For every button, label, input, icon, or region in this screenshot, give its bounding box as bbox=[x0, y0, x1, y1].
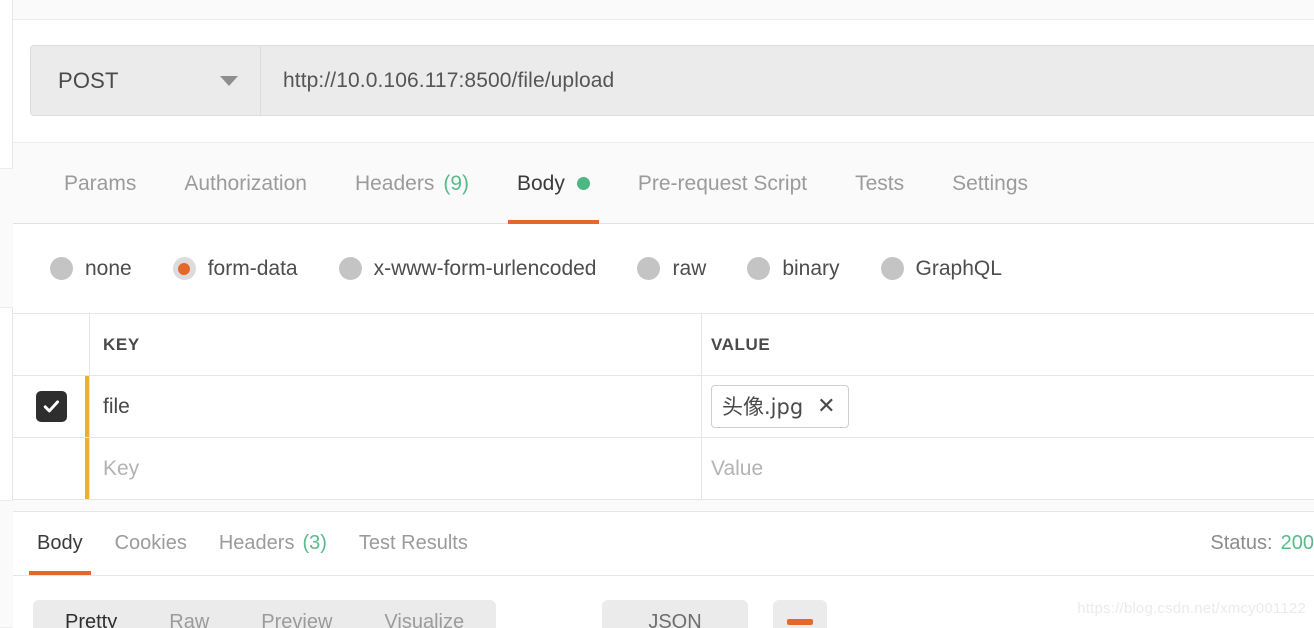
body-type-raw[interactable]: raw bbox=[637, 257, 706, 281]
radio-icon bbox=[637, 257, 661, 280]
table-row-empty: Key Value bbox=[13, 438, 1314, 500]
view-mode-pretty[interactable]: Pretty bbox=[39, 600, 143, 628]
close-icon[interactable]: ✕ bbox=[817, 395, 835, 417]
response-tab-headers-count: (3) bbox=[302, 532, 327, 554]
view-mode-raw[interactable]: Raw bbox=[143, 600, 235, 628]
response-status-label: Status: bbox=[1210, 532, 1273, 554]
response-status: Status: 200 bbox=[1210, 512, 1314, 575]
response-status-code: 200 bbox=[1280, 532, 1314, 554]
tab-settings[interactable]: Settings bbox=[928, 143, 1052, 224]
row-key-value: file bbox=[103, 394, 130, 418]
response-tab-cookies[interactable]: Cookies bbox=[99, 512, 203, 575]
body-type-radio-group: none form-data x-www-form-urlencoded raw… bbox=[13, 224, 1314, 314]
body-type-binary[interactable]: binary bbox=[747, 256, 840, 281]
response-tab-body[interactable]: Body bbox=[21, 512, 99, 575]
table-header-row: KEY VALUE bbox=[13, 314, 1314, 376]
header-checkbox-cell bbox=[13, 314, 90, 375]
tab-headers-label: Headers bbox=[354, 171, 435, 195]
wrap-lines-icon bbox=[787, 619, 813, 625]
row-value-file-cell[interactable]: 头像.jpg ✕ bbox=[702, 376, 1314, 437]
response-tab-headers[interactable]: Headers (3) bbox=[203, 512, 343, 575]
http-method-label: POST bbox=[58, 67, 119, 93]
new-row-key-placeholder: Key bbox=[103, 456, 140, 480]
body-type-raw-label: raw bbox=[672, 256, 707, 280]
tab-pre-request-script-label: Pre-request Script bbox=[637, 171, 808, 195]
request-tabs: Params Authorization Headers (9) Body Pr… bbox=[13, 142, 1314, 224]
row-checkbox-cell bbox=[13, 376, 90, 437]
body-type-none[interactable]: none bbox=[50, 257, 132, 281]
tab-settings-label: Settings bbox=[952, 171, 1029, 195]
response-format-select[interactable]: JSON bbox=[602, 600, 748, 628]
sidebar-edge-segment bbox=[0, 500, 13, 628]
header-value-cell: VALUE bbox=[702, 314, 1314, 375]
view-mode-visualize[interactable]: Visualize bbox=[358, 600, 490, 628]
wrap-lines-button[interactable] bbox=[773, 600, 827, 628]
row-checkbox-cell-empty[interactable] bbox=[13, 438, 90, 499]
body-type-form-data-label: form-data bbox=[207, 256, 298, 280]
header-key-cell: KEY bbox=[90, 314, 702, 375]
radio-icon bbox=[747, 257, 771, 280]
request-url-value: http://10.0.106.117:8500/file/upload bbox=[283, 68, 615, 92]
response-view-toolbar: Pretty Raw Preview Visualize JSON bbox=[13, 576, 1314, 628]
url-bar: POST http://10.0.106.117:8500/file/uploa… bbox=[30, 45, 1314, 116]
http-method-select[interactable]: POST bbox=[31, 46, 261, 115]
body-type-graphql-label: GraphQL bbox=[915, 256, 1002, 280]
view-mode-preview[interactable]: Preview bbox=[235, 600, 358, 628]
body-present-dot-icon bbox=[576, 177, 590, 190]
column-header-key: KEY bbox=[103, 334, 140, 354]
response-format-label: JSON bbox=[648, 610, 702, 628]
chevron-down-icon bbox=[220, 75, 238, 86]
response-tab-test-results-label: Test Results bbox=[358, 532, 468, 554]
table-row: file 头像.jpg ✕ bbox=[13, 376, 1314, 438]
body-type-binary-label: binary bbox=[782, 256, 840, 280]
new-row-key-input[interactable]: Key bbox=[90, 438, 702, 499]
new-row-value-input[interactable]: Value bbox=[702, 438, 1314, 499]
sidebar-edge-segment bbox=[0, 168, 13, 308]
body-type-none-label: none bbox=[85, 256, 132, 280]
url-bar-region: POST http://10.0.106.117:8500/file/uploa… bbox=[13, 20, 1314, 142]
tab-authorization[interactable]: Authorization bbox=[160, 143, 331, 224]
tab-headers-count: (9) bbox=[443, 171, 469, 195]
response-tab-headers-label: Headers bbox=[218, 532, 295, 554]
row-enabled-checkbox[interactable] bbox=[35, 391, 67, 422]
file-chip: 头像.jpg ✕ bbox=[711, 385, 849, 428]
tab-body-label: Body bbox=[517, 171, 565, 195]
radio-icon bbox=[880, 257, 904, 280]
response-view-mode-group: Pretty Raw Preview Visualize bbox=[33, 600, 497, 628]
tab-tests[interactable]: Tests bbox=[831, 143, 928, 224]
tab-body[interactable]: Body bbox=[493, 143, 614, 224]
response-tab-test-results[interactable]: Test Results bbox=[343, 512, 484, 575]
response-tab-body-label: Body bbox=[37, 532, 83, 554]
panel-divider[interactable] bbox=[13, 500, 1314, 512]
body-type-form-data[interactable]: form-data bbox=[172, 256, 298, 281]
body-type-urlencoded-label: x-www-form-urlencoded bbox=[373, 256, 597, 280]
postman-request-panel: POST http://10.0.106.117:8500/file/uploa… bbox=[0, 0, 1314, 628]
request-url-input[interactable]: http://10.0.106.117:8500/file/upload bbox=[261, 46, 1314, 115]
form-data-table: KEY VALUE file 头像.jpg ✕ Key Value bbox=[13, 314, 1314, 500]
tab-authorization-label: Authorization bbox=[184, 171, 307, 195]
body-type-x-www-form-urlencoded[interactable]: x-www-form-urlencoded bbox=[338, 256, 597, 281]
sidebar-edge bbox=[0, 0, 13, 628]
body-type-graphql[interactable]: GraphQL bbox=[880, 256, 1002, 281]
radio-icon bbox=[338, 257, 362, 280]
tab-pre-request-script[interactable]: Pre-request Script bbox=[614, 143, 831, 224]
tab-params[interactable]: Params bbox=[40, 143, 160, 224]
new-row-value-placeholder: Value bbox=[711, 456, 764, 480]
file-chip-name: 头像.jpg bbox=[722, 395, 804, 419]
tab-tests-label: Tests bbox=[855, 171, 905, 195]
response-tabs: Body Cookies Headers (3) Test Results St… bbox=[13, 512, 1314, 576]
radio-selected-icon bbox=[172, 257, 196, 280]
row-key-input[interactable]: file bbox=[90, 376, 702, 437]
tab-params-label: Params bbox=[64, 171, 137, 195]
radio-icon bbox=[50, 257, 73, 280]
request-toolbar-strip bbox=[13, 0, 1314, 20]
column-header-value: VALUE bbox=[711, 334, 771, 354]
tab-headers[interactable]: Headers (9) bbox=[331, 143, 493, 224]
response-tab-cookies-label: Cookies bbox=[114, 532, 187, 554]
